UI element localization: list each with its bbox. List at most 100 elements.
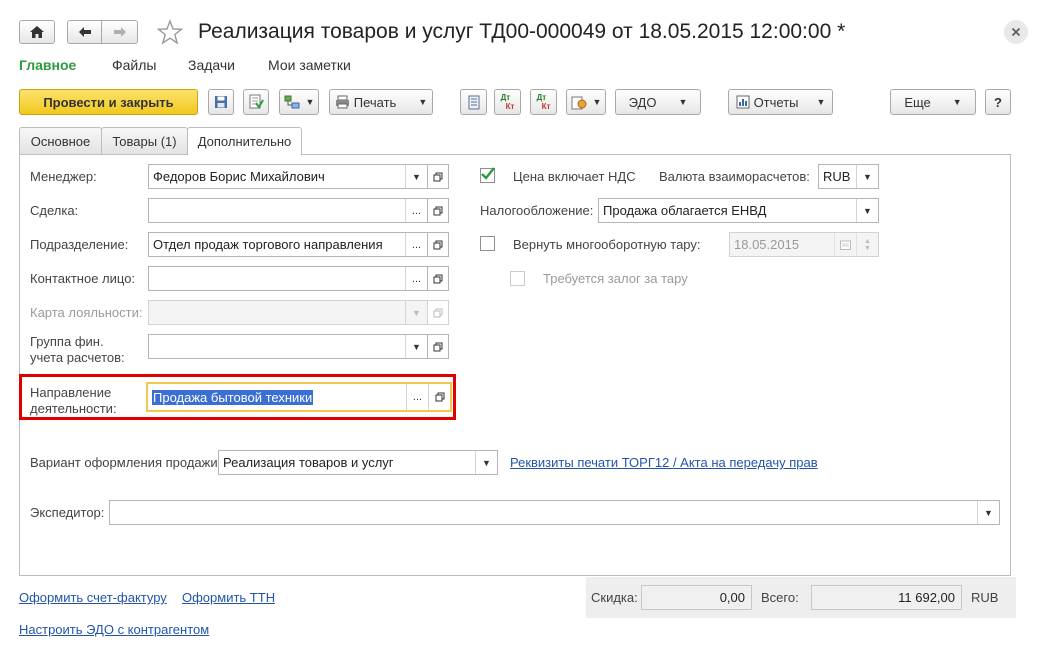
chevron-down-icon: ▼: [816, 97, 826, 107]
vat-included-label: Цена включает НДС: [513, 169, 636, 184]
dt-kt-button[interactable]: Дт Кт: [494, 89, 521, 115]
manager-open-button[interactable]: [427, 164, 449, 189]
dt-kt-icon: Дт Кт: [501, 93, 515, 111]
fin-group-open-button[interactable]: [427, 334, 449, 359]
fin-group-label: Группа фин. учета расчетов:: [30, 334, 125, 366]
deal-field[interactable]: ...: [148, 198, 428, 223]
more-button[interactable]: Еще ▼: [890, 89, 976, 115]
tab-main[interactable]: Основное: [19, 127, 102, 154]
back-button[interactable]: [67, 20, 102, 44]
ttn-link[interactable]: Оформить ТТН: [182, 590, 275, 605]
reports-icon: [736, 95, 750, 109]
favorite-star[interactable]: [157, 19, 183, 45]
close-button[interactable]: [1004, 20, 1028, 44]
chevron-down-icon: ▼: [405, 301, 427, 324]
vat-included-checkbox[interactable]: [480, 167, 495, 183]
chevron-down-icon: ▼: [952, 97, 962, 107]
save-icon: [215, 96, 227, 108]
return-tare-label: Вернуть многооборотную тару:: [513, 237, 701, 252]
deal-label: Сделка:: [30, 203, 79, 218]
print-label: Печать: [353, 94, 397, 110]
dt-kt-icon: Дт Кт: [537, 93, 551, 111]
open-icon: [433, 308, 443, 317]
chevron-down-icon[interactable]: ▼: [475, 451, 497, 474]
edo-button[interactable]: ЭДО ▼: [615, 89, 701, 115]
loyalty-field: ▼: [148, 300, 428, 325]
dt-text: Дт: [536, 93, 547, 102]
deal-open-button[interactable]: [427, 198, 449, 223]
direction-label: Направление деятельности:: [30, 385, 117, 417]
loyalty-label: Карта лояльности:: [30, 305, 143, 320]
taxation-value: Продажа облагается ЕНВД: [603, 203, 767, 218]
check-icon: [481, 167, 495, 180]
save-button[interactable]: [208, 89, 234, 115]
reports-button[interactable]: Отчеты ▼: [728, 89, 833, 115]
taxation-label: Налогообложение:: [480, 203, 594, 218]
invoice-link[interactable]: Оформить счет-фактуру: [19, 590, 167, 605]
select-dots-button[interactable]: ...: [406, 384, 428, 410]
manager-label: Менеджер:: [30, 169, 97, 184]
tab-additional[interactable]: Дополнительно: [187, 127, 302, 155]
tab-goods[interactable]: Товары (1): [101, 127, 188, 154]
nav-notes[interactable]: Мои заметки: [268, 57, 351, 73]
dt-kt-journal-button[interactable]: Дт Кт: [530, 89, 557, 115]
fin-group-field[interactable]: ▼: [148, 334, 428, 359]
return-tare-checkbox[interactable]: [480, 236, 495, 251]
edo-setup-link[interactable]: Настроить ЭДО с контрагентом: [19, 622, 209, 637]
direction-field[interactable]: Продажа бытовой техники ...: [146, 382, 452, 412]
chevron-down-icon[interactable]: ▼: [856, 199, 878, 222]
chevron-down-icon[interactable]: ▼: [977, 501, 999, 524]
attachments-button[interactable]: ▼: [566, 89, 606, 115]
home-button[interactable]: [19, 20, 55, 44]
calendar-button: [834, 233, 856, 256]
help-button[interactable]: ?: [985, 89, 1011, 115]
select-dots-button[interactable]: ...: [405, 199, 427, 222]
contact-field[interactable]: ...: [148, 266, 428, 291]
direction-open-button[interactable]: [428, 384, 450, 410]
chevron-down-icon[interactable]: ▼: [856, 165, 878, 188]
chevron-down-icon: ▼: [418, 97, 428, 107]
post-icon: [249, 94, 264, 109]
department-open-button[interactable]: [427, 232, 449, 257]
chevron-down-icon: ▼: [678, 97, 688, 107]
manager-value: Федоров Борис Михайлович: [153, 169, 325, 184]
department-field[interactable]: Отдел продаж торгового направления ...: [148, 232, 428, 257]
open-icon: [433, 206, 443, 215]
more-label: Еще: [904, 94, 931, 110]
back-icon: [78, 27, 91, 37]
currency-field[interactable]: RUB ▼: [818, 164, 879, 189]
chevron-down-icon[interactable]: ▼: [405, 165, 427, 188]
sale-variant-value: Реализация товаров и услуг: [223, 455, 394, 470]
sale-variant-field[interactable]: Реализация товаров и услуг ▼: [218, 450, 498, 475]
contact-open-button[interactable]: [427, 266, 449, 291]
nav-files[interactable]: Файлы: [112, 57, 156, 73]
forwarder-field[interactable]: ▼: [109, 500, 1000, 525]
dt-text: Дт: [500, 93, 511, 102]
home-icon: [30, 26, 44, 38]
select-dots-button[interactable]: ...: [405, 233, 427, 256]
nav-main[interactable]: Главное: [19, 57, 76, 73]
print-button[interactable]: Печать ▼: [329, 89, 433, 115]
chevron-down-icon: ▼: [305, 97, 315, 107]
post-button[interactable]: [243, 89, 269, 115]
nav-tasks[interactable]: Задачи: [188, 57, 235, 73]
total-label: Всего:: [761, 590, 799, 605]
post-and-close-button[interactable]: Провести и закрыть: [19, 89, 198, 115]
post-and-close-label: Провести и закрыть: [43, 94, 174, 110]
chevron-down-icon: ▼: [592, 97, 602, 107]
structure-button[interactable]: ▼: [279, 89, 319, 115]
manager-field[interactable]: Федоров Борис Михайлович ▼: [148, 164, 428, 189]
fin-group-label-line2: учета расчетов:: [30, 350, 125, 365]
taxation-field[interactable]: Продажа облагается ЕНВД ▼: [598, 198, 879, 223]
direction-value: Продажа бытовой техники: [152, 389, 314, 405]
print-requisites-link[interactable]: Реквизиты печати ТОРГ12 / Акта на переда…: [510, 455, 818, 470]
edo-label: ЭДО: [628, 94, 657, 110]
document-list-button[interactable]: [460, 89, 487, 115]
sale-variant-label: Вариант оформления продажи:: [30, 455, 222, 470]
select-dots-button[interactable]: ...: [405, 267, 427, 290]
deposit-checkbox: [510, 271, 525, 286]
forward-button[interactable]: [101, 20, 138, 44]
chevron-down-icon[interactable]: ▼: [405, 335, 427, 358]
kt-text: Кт: [505, 102, 515, 111]
return-tare-date-value: 18.05.2015: [734, 237, 800, 252]
